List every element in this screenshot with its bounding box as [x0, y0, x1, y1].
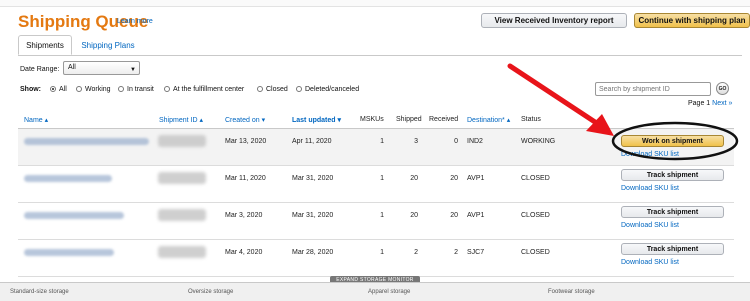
column-header-name[interactable]: Name ▴ [24, 116, 48, 124]
download-sku-list-link[interactable]: Download SKU list [621, 259, 679, 266]
destination: AVP1 [467, 175, 485, 182]
track-shipment-button[interactable]: Track shipment [621, 169, 724, 181]
tab-shipping-plans[interactable]: Shipping Plans [76, 35, 140, 55]
date-range-select[interactable]: All ▼ [63, 61, 140, 75]
status-text: CLOSED [521, 249, 550, 256]
shipped-count: 20 [410, 212, 418, 219]
column-header-shipment-id[interactable]: Shipment ID ▴ [159, 116, 203, 124]
msku-count: 1 [380, 138, 384, 145]
filter-radio-closed[interactable]: Closed [257, 83, 288, 95]
created-date: Mar 11, 2020 [225, 175, 266, 182]
msku-count: 1 [380, 249, 384, 256]
destination: SJC7 [467, 249, 485, 256]
filter-radio-deleted[interactable]: Deleted/canceled [296, 83, 359, 95]
pagination: Page 1 Next » [688, 100, 732, 107]
next-page-link[interactable]: Next » [712, 100, 732, 107]
redacted-shipment-id [158, 172, 206, 184]
redacted-shipment-name[interactable] [24, 138, 149, 145]
chevron-down-icon: ▼ [130, 67, 136, 73]
work-on-shipment-button[interactable]: Work on shipment [621, 135, 724, 147]
table-row: Mar 11, 2020 Mar 31, 2020 1 20 20 AVP1 C… [18, 166, 734, 203]
status-text: CLOSED [521, 212, 550, 219]
table-header-row: Name ▴ Shipment ID ▴ Created on ▾ Last u… [18, 112, 734, 129]
redacted-shipment-id [158, 246, 206, 258]
destination: AVP1 [467, 212, 485, 219]
tab-bar: Shipments Shipping Plans [18, 35, 742, 56]
received-count: 2 [454, 249, 458, 256]
storage-segment-standard: Standard-size storage [10, 289, 69, 295]
filter-radio-fulfillment-center[interactable]: At the fulfillment center [164, 83, 244, 95]
filter-radio-all[interactable]: All [50, 83, 67, 95]
redacted-shipment-id [158, 209, 206, 221]
learn-more-link[interactable]: Learn more [117, 18, 153, 25]
radio-icon [76, 86, 82, 92]
date-range-value: All [68, 64, 76, 71]
column-header-shipped: Shipped [396, 116, 422, 123]
created-date: Mar 3, 2020 [225, 212, 263, 219]
radio-icon [118, 86, 124, 92]
table-row: Mar 3, 2020 Mar 31, 2020 1 20 20 AVP1 CL… [18, 203, 734, 240]
download-sku-list-link[interactable]: Download SKU list [621, 151, 679, 158]
status-text: WORKING [521, 138, 556, 145]
destination: IND2 [467, 138, 483, 145]
redacted-shipment-name[interactable] [24, 175, 112, 182]
view-received-inventory-button[interactable]: View Received Inventory report [481, 13, 627, 28]
msku-count: 1 [380, 175, 384, 182]
table-row: Mar 13, 2020 Apr 11, 2020 1 3 0 IND2 WOR… [18, 129, 734, 166]
storage-monitor-bar: Standard-size storage Oversize storage A… [0, 282, 750, 301]
filter-radio-working[interactable]: Working [76, 83, 111, 95]
received-count: 20 [450, 175, 458, 182]
msku-count: 1 [380, 212, 384, 219]
updated-date: Mar 28, 2020 [292, 249, 334, 256]
column-header-received: Received [429, 116, 459, 123]
show-label: Show: [20, 86, 41, 93]
updated-date: Mar 31, 2020 [292, 212, 334, 219]
shipped-count: 3 [414, 138, 418, 145]
radio-icon [296, 86, 302, 92]
shipment-search-input[interactable] [595, 82, 711, 96]
redacted-shipment-name[interactable] [24, 212, 124, 219]
radio-icon [257, 86, 263, 92]
download-sku-list-link[interactable]: Download SKU list [621, 185, 679, 192]
updated-date: Mar 31, 2020 [292, 175, 334, 182]
search-go-button[interactable]: GO [716, 82, 729, 95]
redacted-shipment-id [158, 135, 206, 147]
shipped-count: 20 [410, 175, 418, 182]
continue-shipping-plan-button[interactable]: Continue with shipping plan [634, 13, 750, 28]
radio-selected-icon [50, 86, 56, 92]
received-count: 20 [450, 212, 458, 219]
created-date: Mar 13, 2020 [225, 138, 267, 145]
tab-shipments[interactable]: Shipments [18, 35, 72, 55]
radio-icon [164, 86, 170, 92]
updated-date: Apr 11, 2020 [292, 138, 332, 145]
window-top-frame [0, 0, 750, 7]
column-header-mskus: MSKUs [360, 116, 384, 123]
filter-radio-in-transit[interactable]: In transit [118, 83, 154, 95]
page-indicator: Page 1 [688, 100, 711, 107]
status-text: CLOSED [521, 175, 550, 182]
storage-segment-footwear: Footwear storage [548, 289, 595, 295]
page-header: Shipping Queue Learn more View Received … [18, 12, 750, 34]
shipped-count: 2 [414, 249, 418, 256]
redacted-shipment-name[interactable] [24, 249, 114, 256]
column-header-created-on[interactable]: Created on ▾ [225, 116, 265, 124]
column-header-last-updated[interactable]: Last updated ▾ [292, 116, 341, 124]
storage-segment-apparel: Apparel storage [368, 289, 411, 295]
column-header-destination[interactable]: Destination* ▴ [467, 116, 510, 124]
date-range-label: Date Range: [20, 66, 60, 73]
created-date: Mar 4, 2020 [225, 249, 263, 256]
received-count: 0 [454, 138, 458, 145]
table-row: Mar 4, 2020 Mar 28, 2020 1 2 2 SJC7 CLOS… [18, 240, 734, 277]
track-shipment-button[interactable]: Track shipment [621, 206, 724, 218]
storage-segment-oversize: Oversize storage [188, 289, 234, 295]
download-sku-list-link[interactable]: Download SKU list [621, 222, 679, 229]
track-shipment-button[interactable]: Track shipment [621, 243, 724, 255]
column-header-status: Status [521, 116, 541, 123]
